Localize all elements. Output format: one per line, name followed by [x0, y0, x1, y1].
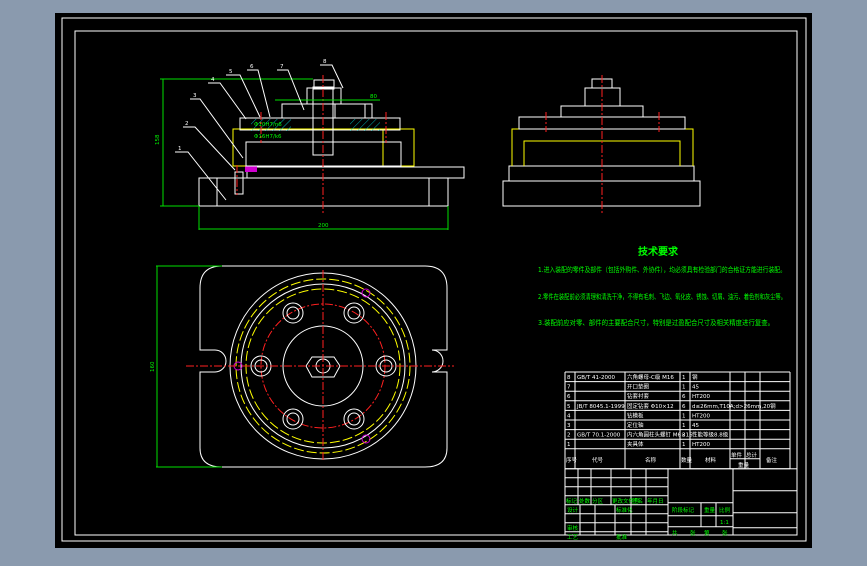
part-name: 固定钻套 Φ10×12	[627, 402, 674, 410]
part-qty: 1	[682, 375, 686, 381]
part-no: 1	[567, 442, 571, 448]
part-no: 7	[567, 385, 571, 391]
part-material: HT200	[692, 442, 710, 448]
part-qty: 6	[682, 394, 686, 400]
part-code: GB/T 70.1-2000	[577, 433, 621, 439]
dim-top-height: 160	[150, 361, 156, 372]
sheet-label: 张	[690, 529, 696, 537]
part-name: 夹具体	[627, 440, 644, 448]
revision-label: 标记	[566, 497, 578, 505]
review-label: 审核	[567, 524, 579, 532]
leader-6: 6	[250, 64, 254, 70]
leader-8: 8	[323, 59, 327, 65]
header-code: 代号	[592, 456, 604, 464]
part-name: 钻套衬套	[627, 392, 650, 400]
part-no: 6	[567, 394, 571, 400]
revision-label: 签名	[632, 497, 643, 505]
leader-7: 7	[280, 64, 284, 70]
scale-value: 1:1	[720, 520, 729, 526]
part-code: GB/T 41-2000	[577, 375, 615, 381]
tech-item-1: 1.进入装配的零件及部件（包括外购件、外协件），均必须具有检验部门的合格证方能进…	[538, 265, 786, 274]
header-qty: 数量	[681, 456, 693, 464]
revision-label: 年月日	[647, 497, 664, 505]
part-material: 45	[692, 423, 699, 429]
part-material: HT200	[692, 413, 710, 419]
header-total: 总计	[746, 451, 758, 459]
tech-title: 技术要求	[638, 245, 679, 258]
dim-pitch: 80	[370, 94, 377, 100]
stage-label: 阶段标记	[672, 506, 695, 514]
part-qty: 1	[682, 423, 686, 429]
dim-fit1: Φ10H7/n6	[254, 122, 282, 128]
header-single: 单件	[731, 451, 743, 459]
part-no: 2	[567, 433, 571, 439]
tech-item-2: 2.零件在装配前必须清理和清洗干净，不得有毛刺、飞边、氧化皮、锈蚀、切屑、油污、…	[538, 292, 786, 301]
drawing-canvas[interactable]: 158 200 Φ10H7/n6 Φ16H7/k6 80 1 2 3 4 5 6…	[0, 0, 867, 562]
dim-height: 158	[155, 134, 161, 145]
part-qty: 1	[682, 442, 686, 448]
part-material: 性能等级8.8级	[692, 431, 729, 439]
part-qty: 6	[682, 404, 686, 410]
dim-fit2: Φ16H7/k6	[254, 134, 282, 140]
leader-5: 5	[229, 69, 233, 75]
drawing-sheet	[55, 13, 812, 548]
scale-label: 比例	[719, 506, 731, 514]
part-qty: 1	[682, 385, 686, 391]
part-no: 5	[567, 404, 571, 410]
weight-label: 重量	[704, 506, 716, 514]
revision-label: 处数	[579, 497, 591, 505]
parts-row: 2 GB/T 70.1-2000 内六角圆柱头螺钉 M6×163 性能等级8.8级	[567, 431, 729, 439]
part-material: 钢	[692, 373, 698, 381]
cad-viewport[interactable]: 158 200 Φ10H7/n6 Φ16H7/k6 80 1 2 3 4 5 6…	[0, 0, 867, 562]
part-name: 开口垫圈	[627, 383, 650, 391]
part-name: 钻模板	[627, 411, 644, 419]
part-no: 4	[567, 413, 571, 419]
part-material: HT200	[692, 394, 710, 400]
header-remark: 备注	[766, 456, 778, 464]
header-material: 材料	[705, 456, 717, 464]
header-no: 序号	[566, 456, 578, 464]
revision-label: 分区	[592, 497, 604, 505]
sheet-label: 张	[722, 529, 728, 537]
part-no: 8	[567, 375, 571, 381]
leader-3: 3	[193, 93, 197, 99]
leader-4: 4	[211, 77, 215, 83]
design-label: 设计	[567, 506, 579, 514]
standard-label: 标准化	[616, 506, 633, 514]
leader-1: 1	[178, 146, 182, 152]
sheet-label: 第	[704, 529, 710, 537]
approve-label: 批准	[616, 533, 628, 541]
process-label: 工艺	[567, 534, 579, 541]
header-name: 名称	[645, 456, 657, 464]
part-name: 定位轴	[627, 421, 644, 429]
part-name: 六角螺母-C级 M16	[627, 373, 674, 381]
part-no: 3	[567, 423, 571, 429]
dim-width: 200	[318, 223, 329, 229]
part-material: 45	[692, 385, 699, 391]
leader-2: 2	[185, 121, 189, 127]
part-qty: 1	[682, 413, 686, 419]
tech-item-3: 3.装配前应对零、部件的主要配合尺寸，特别是过盈配合尺寸及相关精度进行复查。	[538, 318, 774, 327]
part-code: JB/T 8045.1-1999	[576, 404, 625, 410]
part-qty: 3	[682, 433, 686, 439]
sheet-label: 共	[672, 529, 678, 537]
header-weight: 重量	[738, 461, 750, 469]
part-material: d≤26mm,T10A;d>26mm,20钢	[692, 402, 776, 410]
